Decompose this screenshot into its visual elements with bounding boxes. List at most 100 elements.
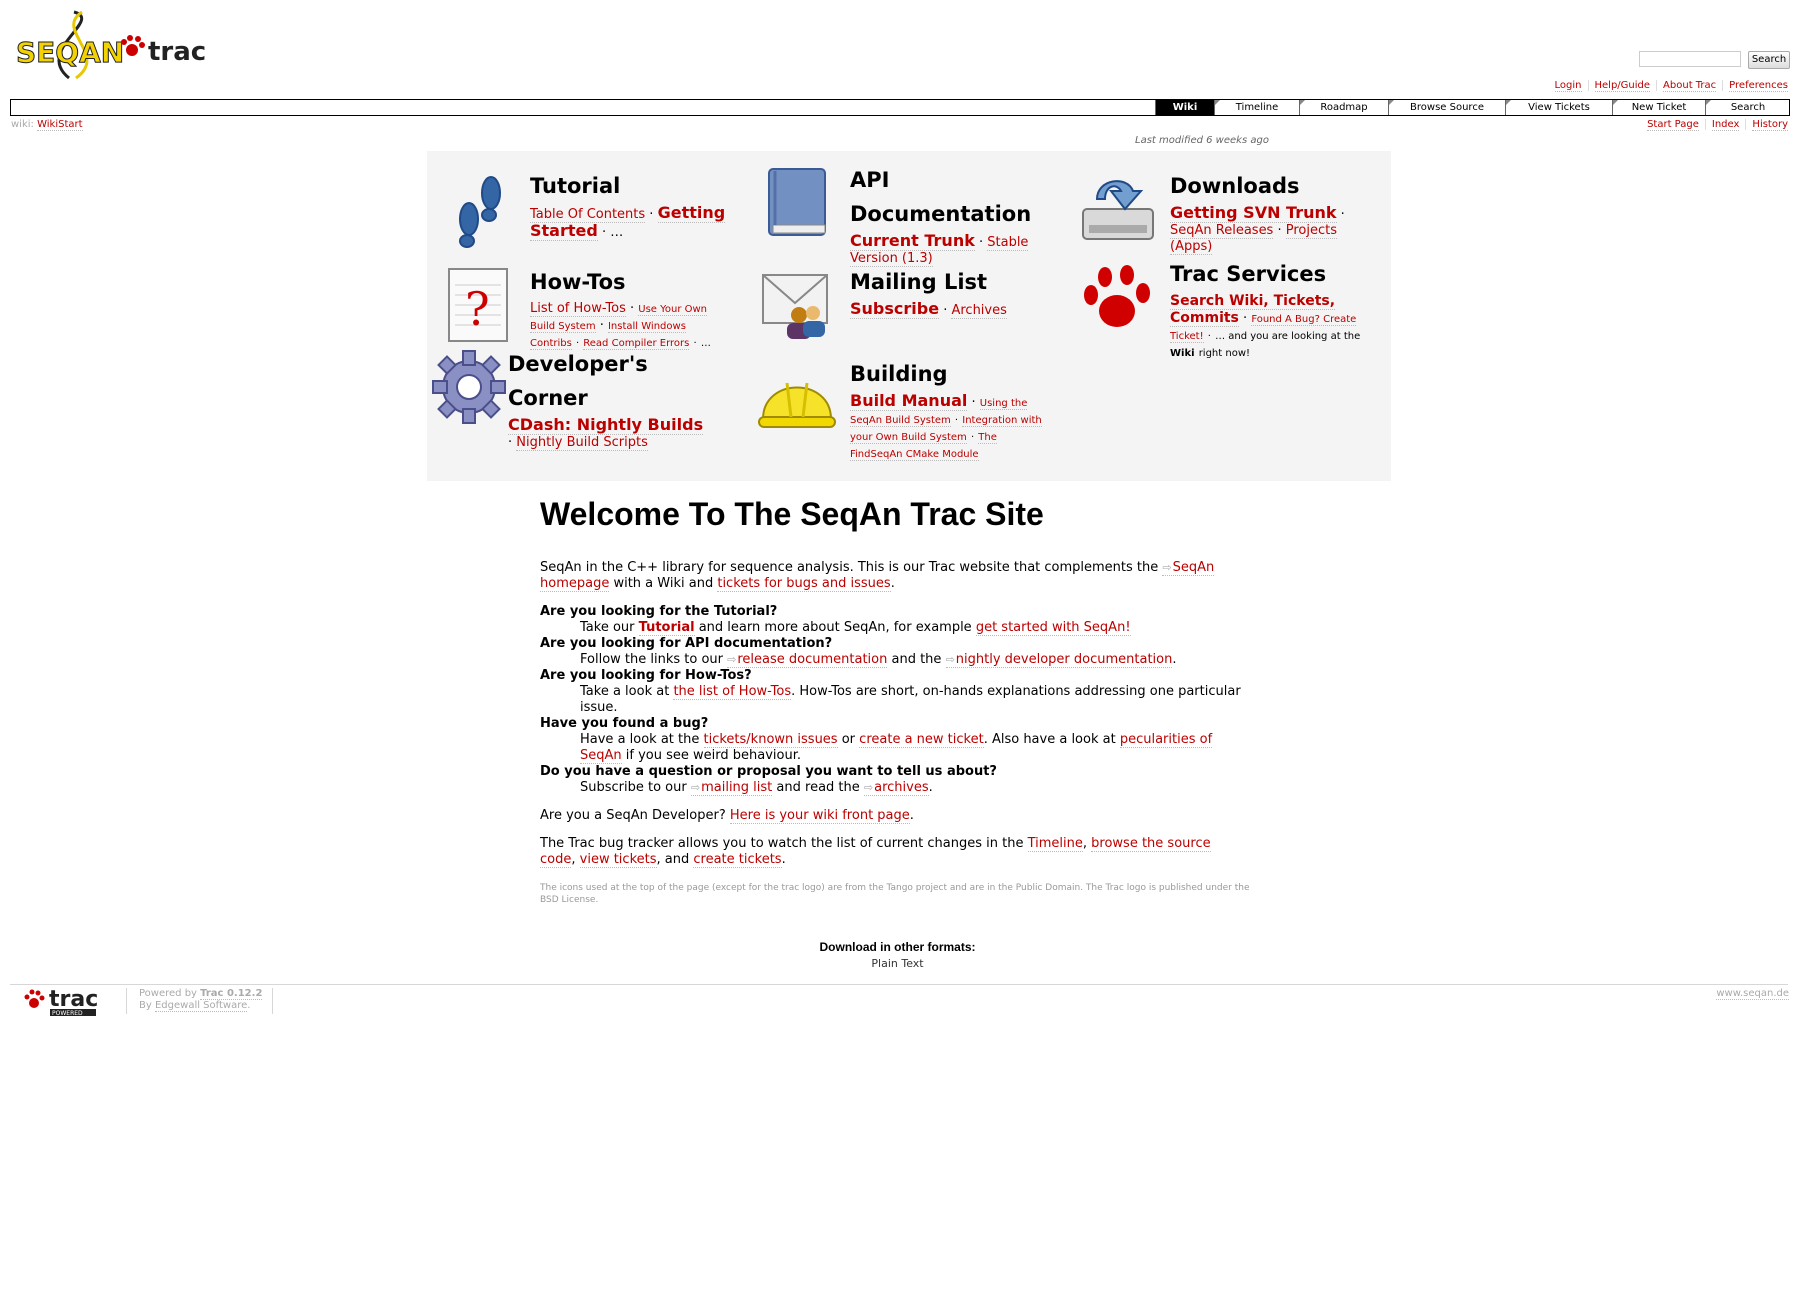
- context-navigation: Start Page Index History: [1647, 119, 1788, 131]
- page-title: Welcome To The SeqAn Trac Site: [540, 496, 1044, 532]
- seqan-releases-link[interactable]: SeqAn Releases: [1170, 223, 1274, 239]
- tab-timeline[interactable]: Timeline: [1214, 100, 1299, 115]
- faq-question: Are you looking for API documentation?: [540, 636, 833, 651]
- footer-divider: [10, 984, 1788, 985]
- downloads-heading: Downloads: [1170, 174, 1300, 198]
- login-link[interactable]: Login: [1554, 80, 1582, 92]
- faq-question: Are you looking for the Tutorial?: [540, 604, 778, 619]
- footer-logo-sub: POWERED: [52, 1010, 83, 1017]
- main-navigation: Wiki Timeline Roadmap Browse Source View…: [10, 99, 1790, 116]
- start-page-link[interactable]: Start Page: [1647, 119, 1699, 131]
- edgewall-link[interactable]: Edgewall Software: [154, 1000, 248, 1012]
- history-link[interactable]: History: [1752, 119, 1788, 131]
- seqan-site-link[interactable]: www.seqan.de: [1716, 988, 1789, 1000]
- paw-icon: [24, 989, 45, 1008]
- mailing-list-link[interactable]: mailing list: [690, 780, 773, 796]
- last-modified: Last modified 6 weeks ago: [1135, 135, 1269, 146]
- cdash-nightly-builds-link[interactable]: CDash: Nightly Builds: [508, 415, 704, 435]
- tutorial-link[interactable]: Tutorial: [638, 620, 695, 636]
- help-guide-link[interactable]: Help/Guide: [1594, 80, 1651, 92]
- current-trunk-link[interactable]: Current Trunk: [850, 231, 975, 251]
- preferences-link[interactable]: Preferences: [1729, 80, 1788, 92]
- footer-logo-text: trac: [49, 987, 98, 1012]
- alternate-formats-heading: Download in other formats:: [819, 940, 976, 954]
- svg-text:?: ?: [465, 282, 490, 336]
- archives-link[interactable]: Archives: [951, 303, 1007, 319]
- tickets-known-issues-link[interactable]: tickets/known issues: [703, 732, 838, 748]
- faq-list: Are you looking for the Tutorial? Take o…: [540, 604, 1250, 796]
- faq-answer: Subscribe to our mailing list and read t…: [580, 780, 1250, 796]
- gear-icon: [429, 347, 509, 427]
- tab-new-ticket[interactable]: New Ticket: [1612, 100, 1705, 115]
- logo-trac-text: trac: [148, 37, 206, 67]
- nightly-build-scripts-link[interactable]: Nightly Build Scripts: [516, 435, 648, 451]
- trac-powered-logo[interactable]: trac POWERED: [23, 987, 107, 1017]
- search-input[interactable]: [1639, 51, 1741, 67]
- create-new-ticket-link[interactable]: create a new ticket: [859, 732, 984, 748]
- meta-navigation: Login Help/Guide About Trac Preferences: [1554, 80, 1788, 92]
- help-page-icon: ?: [437, 265, 517, 345]
- tab-view-tickets[interactable]: View Tickets: [1505, 100, 1612, 115]
- faq-question: Have you found a bug?: [540, 716, 709, 731]
- howtos-heading: How-Tos: [530, 270, 626, 294]
- faq-answer: Have a look at the tickets/known issues …: [580, 732, 1213, 764]
- trac-looking-text: … and you are looking at the: [1215, 331, 1361, 342]
- faq-answer: Take a look at the list of How-Tos. How-…: [580, 684, 1241, 715]
- hardhat-icon: [757, 357, 837, 437]
- breadcrumb-page-link[interactable]: WikiStart: [37, 119, 83, 131]
- tutorial-ellipsis: …: [610, 225, 624, 240]
- faq-answer: Take our Tutorial and learn more about S…: [580, 620, 1131, 636]
- list-of-howtos-content-link[interactable]: the list of How-Tos: [673, 684, 792, 700]
- download-drive-icon: [1077, 169, 1157, 249]
- getting-svn-trunk-link[interactable]: Getting SVN Trunk: [1170, 203, 1337, 223]
- developers-corner-heading: Developer's Corner: [508, 352, 648, 410]
- tab-wiki[interactable]: Wiki: [1155, 100, 1214, 115]
- timeline-link[interactable]: Timeline: [1027, 836, 1083, 852]
- about-trac-link[interactable]: About Trac: [1663, 80, 1717, 92]
- alternate-formats: Download in other formats: Plain Text: [0, 940, 1795, 970]
- icons-license-note: The icons used at the top of the page (e…: [540, 883, 1250, 905]
- create-tickets-link[interactable]: create tickets: [693, 852, 782, 868]
- tab-search[interactable]: Search: [1705, 100, 1790, 115]
- list-of-howtos-link[interactable]: List of How-Tos: [530, 301, 626, 317]
- nightly-developer-documentation-link[interactable]: nightly developer documentation: [945, 652, 1173, 668]
- tab-roadmap[interactable]: Roadmap: [1299, 100, 1388, 115]
- site-link-container: www.seqan.de: [1716, 988, 1789, 1000]
- tutorial-heading: Tutorial: [530, 174, 621, 198]
- get-started-link[interactable]: get started with SeqAn!: [975, 620, 1131, 636]
- build-manual-link[interactable]: Build Manual: [850, 391, 968, 411]
- tab-browse-source[interactable]: Browse Source: [1388, 100, 1505, 115]
- trac-services-heading: Trac Services: [1170, 262, 1327, 286]
- book-icon: [757, 163, 837, 243]
- trac-paragraph: The Trac bug tracker allows you to watch…: [540, 836, 1211, 868]
- tickets-bugs-issues-link[interactable]: tickets for bugs and issues: [717, 576, 891, 592]
- wiki-content: Welcome To The SeqAn Trac Site SeqAn in …: [540, 490, 1250, 918]
- footprints-icon: [437, 169, 517, 249]
- faq-question: Do you have a question or proposal you w…: [540, 764, 997, 779]
- trac-wiki-bold: Wiki: [1170, 348, 1195, 359]
- building-heading: Building: [850, 362, 948, 386]
- breadcrumb: wiki: WikiStart: [11, 119, 83, 131]
- logo-seqan-text: SEQAN: [16, 36, 124, 69]
- paw-icon: [121, 35, 145, 56]
- trac-right-now-text: right now!: [1198, 348, 1251, 359]
- subscribe-link[interactable]: Subscribe: [850, 299, 940, 319]
- view-tickets-link[interactable]: view tickets: [579, 852, 657, 868]
- powered-by: Powered by Trac 0.12.2 By Edgewall Softw…: [126, 988, 274, 1014]
- trac-version-link[interactable]: Trac 0.12.2: [200, 988, 263, 1000]
- plain-text-link[interactable]: Plain Text: [0, 957, 1795, 970]
- mailing-list-heading: Mailing List: [850, 270, 988, 294]
- seqan-trac-logo[interactable]: SEQAN trac: [14, 10, 229, 80]
- faq-answer: Follow the links to our release document…: [580, 652, 1250, 668]
- mail-users-icon: [757, 265, 837, 345]
- developer-wiki-front-page-link[interactable]: Here is your wiki front page: [729, 808, 910, 824]
- intro-paragraph: SeqAn in the C++ library for sequence an…: [540, 560, 1250, 592]
- search-button[interactable]: Search: [1748, 51, 1790, 69]
- archives-content-link[interactable]: archives: [863, 780, 929, 796]
- icon-grid: Tutorial Table Of Contents · Getting Sta…: [427, 151, 1391, 481]
- breadcrumb-prefix: wiki:: [11, 119, 34, 130]
- release-documentation-link[interactable]: release documentation: [727, 652, 888, 668]
- trac-paw-icon: [1077, 257, 1157, 337]
- index-link[interactable]: Index: [1711, 119, 1740, 131]
- faq-question: Are you looking for How-Tos?: [540, 668, 752, 683]
